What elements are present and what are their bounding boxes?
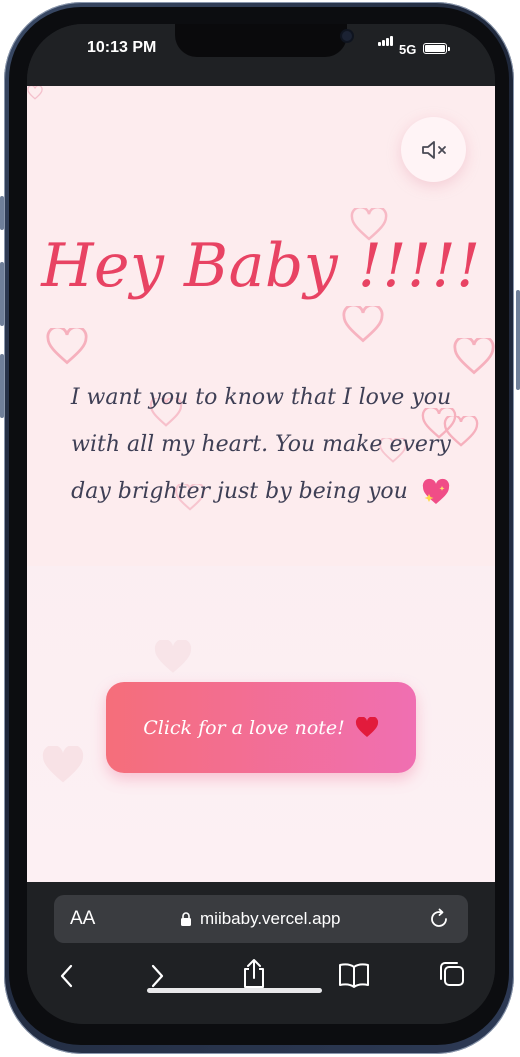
floating-heart-icon — [453, 338, 495, 375]
mute-button[interactable] — [401, 117, 466, 182]
floating-heart-icon — [42, 746, 84, 783]
url-text[interactable]: miibaby.vercel.app — [200, 909, 340, 929]
love-note-button[interactable]: Click for a love note! — [106, 682, 416, 773]
action-button — [0, 196, 4, 230]
front-camera — [342, 31, 352, 41]
floating-heart-icon — [154, 640, 192, 673]
floating-heart-icon — [46, 328, 88, 365]
floating-heart-icon — [27, 86, 43, 100]
phone-screen: 10:13 PM 5G Hey Baby !!!!! I want you to… — [27, 24, 495, 1024]
sparkling-heart-icon — [422, 478, 450, 504]
battery-icon — [423, 43, 450, 54]
forward-icon[interactable] — [149, 962, 165, 990]
hero-message-text: I want you to know that I love you with … — [70, 385, 452, 504]
tabs-icon[interactable] — [438, 960, 466, 988]
share-icon[interactable] — [241, 958, 267, 990]
network-type: 5G — [399, 42, 417, 57]
red-heart-icon — [355, 716, 378, 737]
back-icon[interactable] — [59, 962, 75, 990]
bookmarks-icon[interactable] — [338, 962, 370, 988]
love-note-button-label: Click for a love note! — [143, 716, 345, 739]
volume-up-button — [0, 262, 4, 326]
hero-message: I want you to know that I love you with … — [61, 374, 461, 515]
home-indicator[interactable] — [147, 988, 322, 993]
address-bar[interactable]: AA miibaby.vercel.app — [54, 895, 468, 943]
status-bar: 10:13 PM 5G — [27, 24, 495, 86]
status-time: 10:13 PM — [87, 39, 157, 56]
text-size-button[interactable]: AA — [70, 908, 95, 930]
lock-icon — [181, 912, 191, 926]
web-page: Hey Baby !!!!! I want you to know that I… — [27, 86, 495, 882]
hero-title: Hey Baby !!!!! — [41, 231, 481, 301]
dynamic-notch — [175, 24, 352, 57]
floating-heart-icon — [342, 306, 384, 343]
power-button — [516, 290, 520, 390]
text-size-label: AA — [70, 908, 96, 929]
volume-down-button — [0, 354, 4, 418]
speaker-muted-icon — [422, 141, 446, 159]
browser-toolbar: AA miibaby.vercel.app — [27, 882, 495, 1024]
reload-icon[interactable] — [428, 908, 450, 930]
